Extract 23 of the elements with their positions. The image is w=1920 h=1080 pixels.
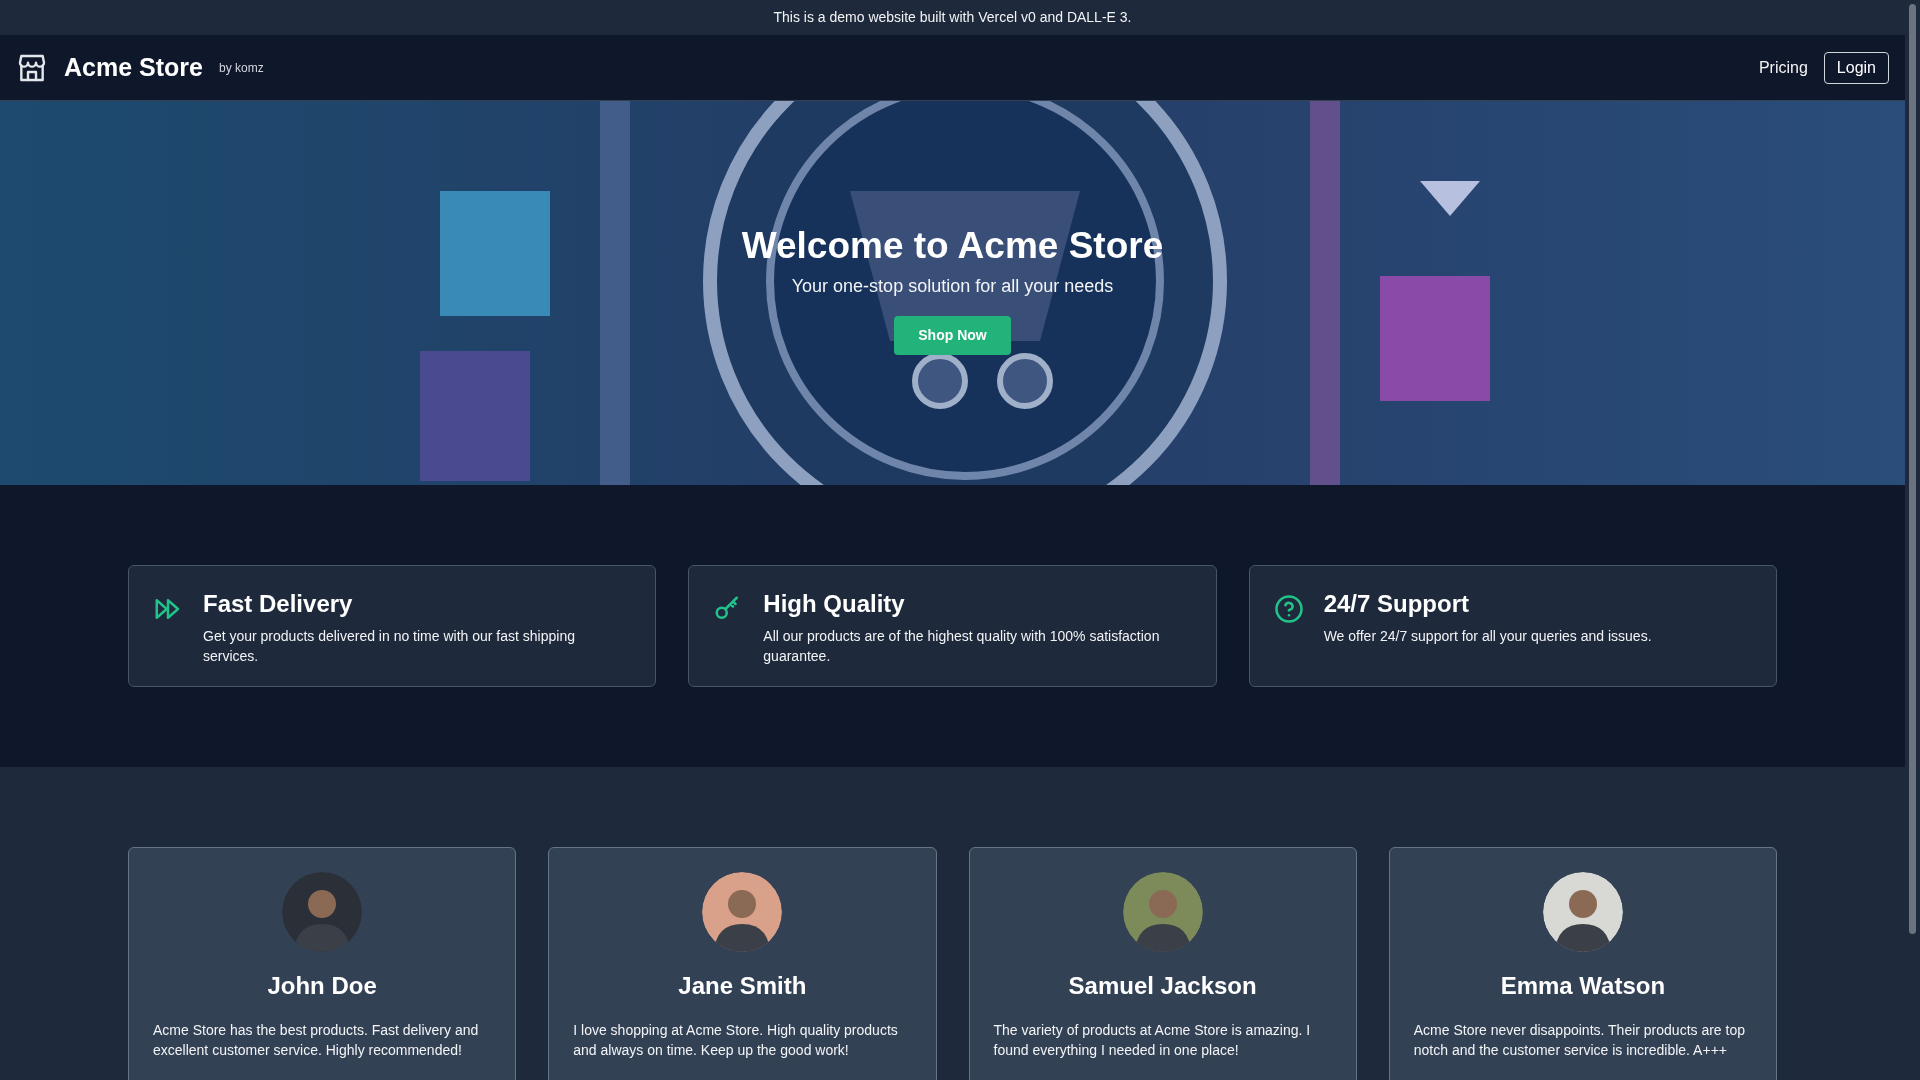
reviewer-name: John Doe	[267, 971, 377, 1001]
testimonial-text: I love shopping at Acme Store. High quality products and always on time. Keep up the good work!	[573, 1021, 899, 1060]
testimonial-text: Acme Store has the best products. Fast delivery and excellent customer service. Highly recommended!	[153, 1021, 480, 1060]
login-button[interactable]: Login	[1823, 51, 1889, 84]
feature-title: Fast Delivery	[203, 589, 354, 619]
feature-description: Get your products delivered in no time with our fast shipping services.	[203, 627, 576, 666]
hero-subtitle: Your one-stop solution for all your needs	[791, 275, 1114, 299]
nav-link[interactable]: Pricing	[1758, 55, 1808, 80]
help-icon	[1273, 594, 1304, 624]
announcement-text: This is a demo website built with Vercel v0 and DALL-E 3.	[773, 8, 1132, 27]
testimonial-text: Acme Store never disappoints. Their products are top notch and the customer service is incredible. A+++	[1413, 1021, 1746, 1060]
feature-description: We offer 24/7 support for all your queries and issues.	[1323, 627, 1653, 646]
testimonial-text: The variety of products at Acme Store is amazing. I found everything I needed in one place!	[993, 1021, 1312, 1060]
feature-description: All our products are of the highest quality with 100% satisfaction guarantee.	[763, 627, 1161, 666]
feature-title: High Quality	[763, 589, 906, 619]
scrollbar-thumb[interactable]	[1909, 4, 1916, 934]
reviewer-name: Samuel Jackson	[1068, 971, 1257, 1001]
brand-link[interactable]: Acme Store	[64, 48, 203, 87]
byline-text: by komz	[218, 59, 264, 77]
feature-title: 24/7 Support	[1323, 589, 1470, 619]
hero-title: Welcome to Acme Store	[741, 224, 1164, 268]
reviewer-name: Emma Watson	[1500, 971, 1666, 1001]
reviewer-name: Jane Smith	[678, 971, 807, 1001]
